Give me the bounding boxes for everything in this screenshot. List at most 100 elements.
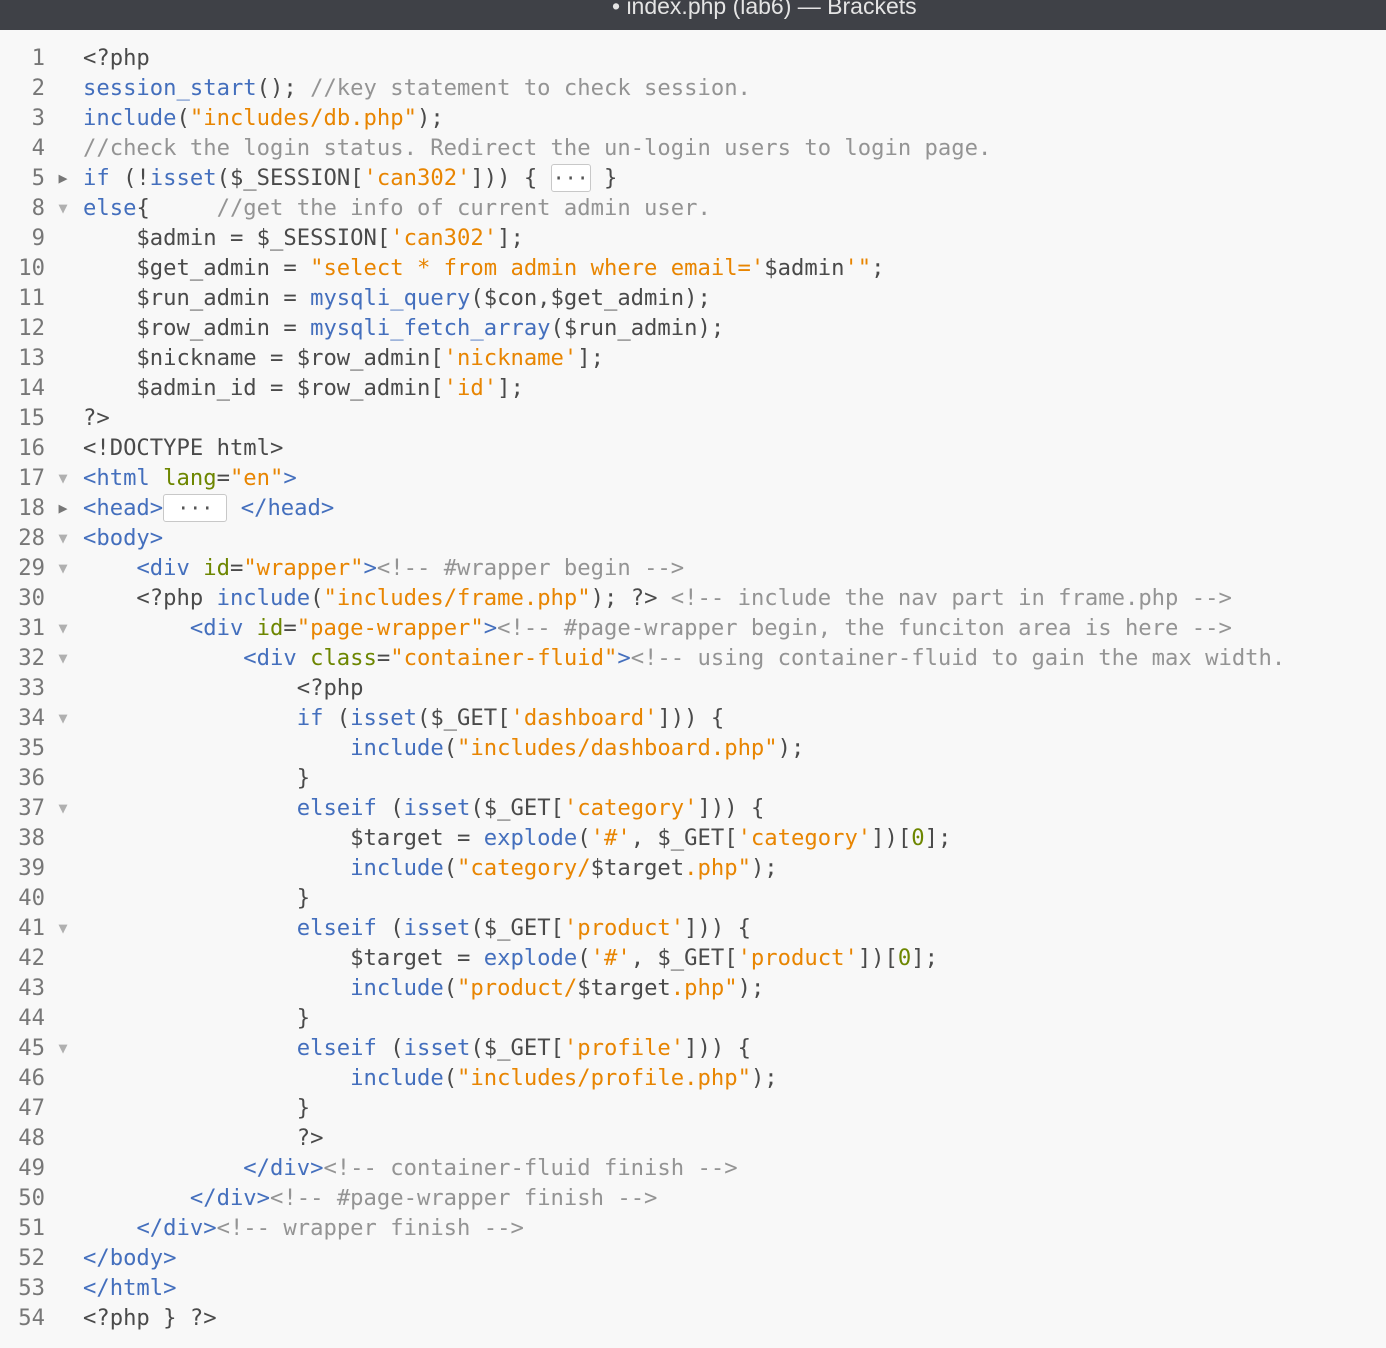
code-text[interactable]: <!DOCTYPE html> — [83, 433, 283, 463]
code-text[interactable]: $target = explode('#', $_GET['product'])… — [83, 943, 938, 973]
line-number[interactable]: 42 — [0, 943, 45, 973]
code-text[interactable]: } — [83, 883, 310, 913]
line-number[interactable]: 15 — [0, 403, 45, 433]
code-text[interactable]: //check the login status. Redirect the u… — [83, 133, 991, 163]
code-line[interactable]: 43 include("product/$target.php"); — [0, 973, 1386, 1003]
code-line[interactable]: 51 </div><!-- wrapper finish --> — [0, 1213, 1386, 1243]
code-text[interactable]: </body> — [83, 1243, 177, 1273]
line-number[interactable]: 28 — [0, 523, 45, 553]
code-text[interactable]: <div class="container-fluid"><!-- using … — [83, 643, 1285, 673]
code-text[interactable]: </div><!-- #page-wrapper finish --> — [83, 1183, 658, 1213]
code-line[interactable]: 2 session_start(); //key statement to che… — [0, 73, 1386, 103]
line-number[interactable]: 11 — [0, 283, 45, 313]
code-line[interactable]: 48 ?> — [0, 1123, 1386, 1153]
fold-collapse-triangle-icon[interactable]: ▼ — [55, 643, 71, 673]
line-number[interactable]: 52 — [0, 1243, 45, 1273]
folded-code-marker[interactable]: ··· — [550, 164, 591, 192]
code-line[interactable]: 9 $admin = $_SESSION['can302']; — [0, 223, 1386, 253]
code-line[interactable]: 46 include("includes/profile.php"); — [0, 1063, 1386, 1093]
code-text[interactable]: include("product/$target.php"); — [83, 973, 764, 1003]
code-line[interactable]: 1 <?php — [0, 43, 1386, 73]
code-text[interactable]: <div id="wrapper"><!-- #wrapper begin --… — [83, 553, 684, 583]
code-text[interactable]: </div><!-- wrapper finish --> — [83, 1213, 523, 1243]
code-text[interactable]: session_start(); //key statement to chec… — [83, 73, 751, 103]
code-line[interactable]: 37 ▼ elseif (isset($_GET['category'])) { — [0, 793, 1386, 823]
line-number[interactable]: 17 — [0, 463, 45, 493]
fold-expand-triangle-icon[interactable]: ▶ — [55, 493, 71, 523]
line-number[interactable]: 54 — [0, 1303, 45, 1333]
line-number[interactable]: 32 — [0, 643, 45, 673]
code-text[interactable]: $admin_id = $row_admin['id']; — [83, 373, 523, 403]
line-number[interactable]: 46 — [0, 1063, 45, 1093]
line-number[interactable]: 49 — [0, 1153, 45, 1183]
line-number[interactable]: 53 — [0, 1273, 45, 1303]
code-text[interactable]: elseif (isset($_GET['profile'])) { — [83, 1033, 751, 1063]
line-number[interactable]: 3 — [0, 103, 45, 133]
code-line[interactable]: 17 ▼ <html lang="en"> — [0, 463, 1386, 493]
code-text[interactable]: if (!isset($_SESSION['can302'])) { ··· } — [83, 163, 617, 193]
code-text[interactable]: elseif (isset($_GET['category'])) { — [83, 793, 765, 823]
code-text[interactable]: $target = explode('#', $_GET['category']… — [83, 823, 951, 853]
code-line[interactable]: 34 ▼ if (isset($_GET['dashboard'])) { — [0, 703, 1386, 733]
fold-collapse-triangle-icon[interactable]: ▼ — [55, 703, 71, 733]
line-number[interactable]: 38 — [0, 823, 45, 853]
code-text[interactable]: <?php } ?> — [83, 1303, 217, 1333]
code-line[interactable]: 8 ▼ else{ //get the info of current admin … — [0, 193, 1386, 223]
line-number[interactable]: 39 — [0, 853, 45, 883]
code-text[interactable]: if (isset($_GET['dashboard'])) { — [83, 703, 725, 733]
code-line[interactable]: 3 include("includes/db.php"); — [0, 103, 1386, 133]
line-number[interactable]: 50 — [0, 1183, 45, 1213]
code-line[interactable]: 40 } — [0, 883, 1386, 913]
code-line[interactable]: 29 ▼ <div id="wrapper"><!-- #wrapper begi… — [0, 553, 1386, 583]
code-text[interactable]: $nickname = $row_admin['nickname']; — [83, 343, 604, 373]
code-text[interactable]: <html lang="en"> — [83, 463, 297, 493]
code-line[interactable]: 16 <!DOCTYPE html> — [0, 433, 1386, 463]
line-number[interactable]: 29 — [0, 553, 45, 583]
line-number[interactable]: 51 — [0, 1213, 45, 1243]
line-number[interactable]: 48 — [0, 1123, 45, 1153]
fold-collapse-triangle-icon[interactable]: ▼ — [55, 793, 71, 823]
code-text[interactable]: </div><!-- container-fluid finish --> — [83, 1153, 737, 1183]
code-line[interactable]: 14 $admin_id = $row_admin['id']; — [0, 373, 1386, 403]
code-line[interactable]: 28 ▼ <body> — [0, 523, 1386, 553]
line-number[interactable]: 13 — [0, 343, 45, 373]
code-text[interactable]: <?php include("includes/frame.php"); ?> … — [83, 583, 1231, 613]
code-line[interactable]: 50 </div><!-- #page-wrapper finish --> — [0, 1183, 1386, 1213]
code-line[interactable]: 32 ▼ <div class="container-fluid"><!-- us… — [0, 643, 1386, 673]
code-text[interactable]: <body> — [83, 523, 163, 553]
code-line[interactable]: 4 //check the login status. Redirect the … — [0, 133, 1386, 163]
code-text[interactable]: include("includes/db.php"); — [83, 103, 444, 133]
line-number[interactable]: 5 — [0, 163, 45, 193]
code-line[interactable]: 52 </body> — [0, 1243, 1386, 1273]
line-number[interactable]: 33 — [0, 673, 45, 703]
code-line[interactable]: 53 </html> — [0, 1273, 1386, 1303]
fold-collapse-triangle-icon[interactable]: ▼ — [55, 553, 71, 583]
code-line[interactable]: 39 include("category/$target.php"); — [0, 853, 1386, 883]
code-text[interactable]: <?php — [83, 43, 150, 73]
folded-code-marker[interactable]: ··· — [163, 494, 228, 522]
code-line[interactable]: 33 <?php — [0, 673, 1386, 703]
code-line[interactable]: 5 ▶ if (!isset($_SESSION['can302'])) { ···… — [0, 163, 1386, 193]
code-text[interactable]: } — [83, 1003, 310, 1033]
code-text[interactable]: $get_admin = "select * from admin where … — [83, 253, 884, 283]
code-text[interactable]: include("includes/profile.php"); — [83, 1063, 777, 1093]
code-text[interactable]: $row_admin = mysqli_fetch_array($run_adm… — [83, 313, 724, 343]
code-line[interactable]: 11 $run_admin = mysqli_query($con,$get_a… — [0, 283, 1386, 313]
code-line[interactable]: 30 <?php include("includes/frame.php"); … — [0, 583, 1386, 613]
line-number[interactable]: 44 — [0, 1003, 45, 1033]
code-text[interactable]: elseif (isset($_GET['product'])) { — [83, 913, 751, 943]
line-number[interactable]: 45 — [0, 1033, 45, 1063]
code-text[interactable]: ?> — [83, 403, 110, 433]
code-text[interactable]: $admin = $_SESSION['can302']; — [83, 223, 523, 253]
code-line[interactable]: 41 ▼ elseif (isset($_GET['product'])) { — [0, 913, 1386, 943]
code-line[interactable]: 10 $get_admin = "select * from admin whe… — [0, 253, 1386, 283]
code-line[interactable]: 12 $row_admin = mysqli_fetch_array($run_… — [0, 313, 1386, 343]
line-number[interactable]: 18 — [0, 493, 45, 523]
code-editor[interactable]: 1 <?php 2 session_start(); //key statement … — [0, 30, 1386, 1348]
line-number[interactable]: 36 — [0, 763, 45, 793]
line-number[interactable]: 14 — [0, 373, 45, 403]
line-number[interactable]: 12 — [0, 313, 45, 343]
line-number[interactable]: 4 — [0, 133, 45, 163]
code-text[interactable]: include("includes/dashboard.php"); — [83, 733, 804, 763]
line-number[interactable]: 1 — [0, 43, 45, 73]
